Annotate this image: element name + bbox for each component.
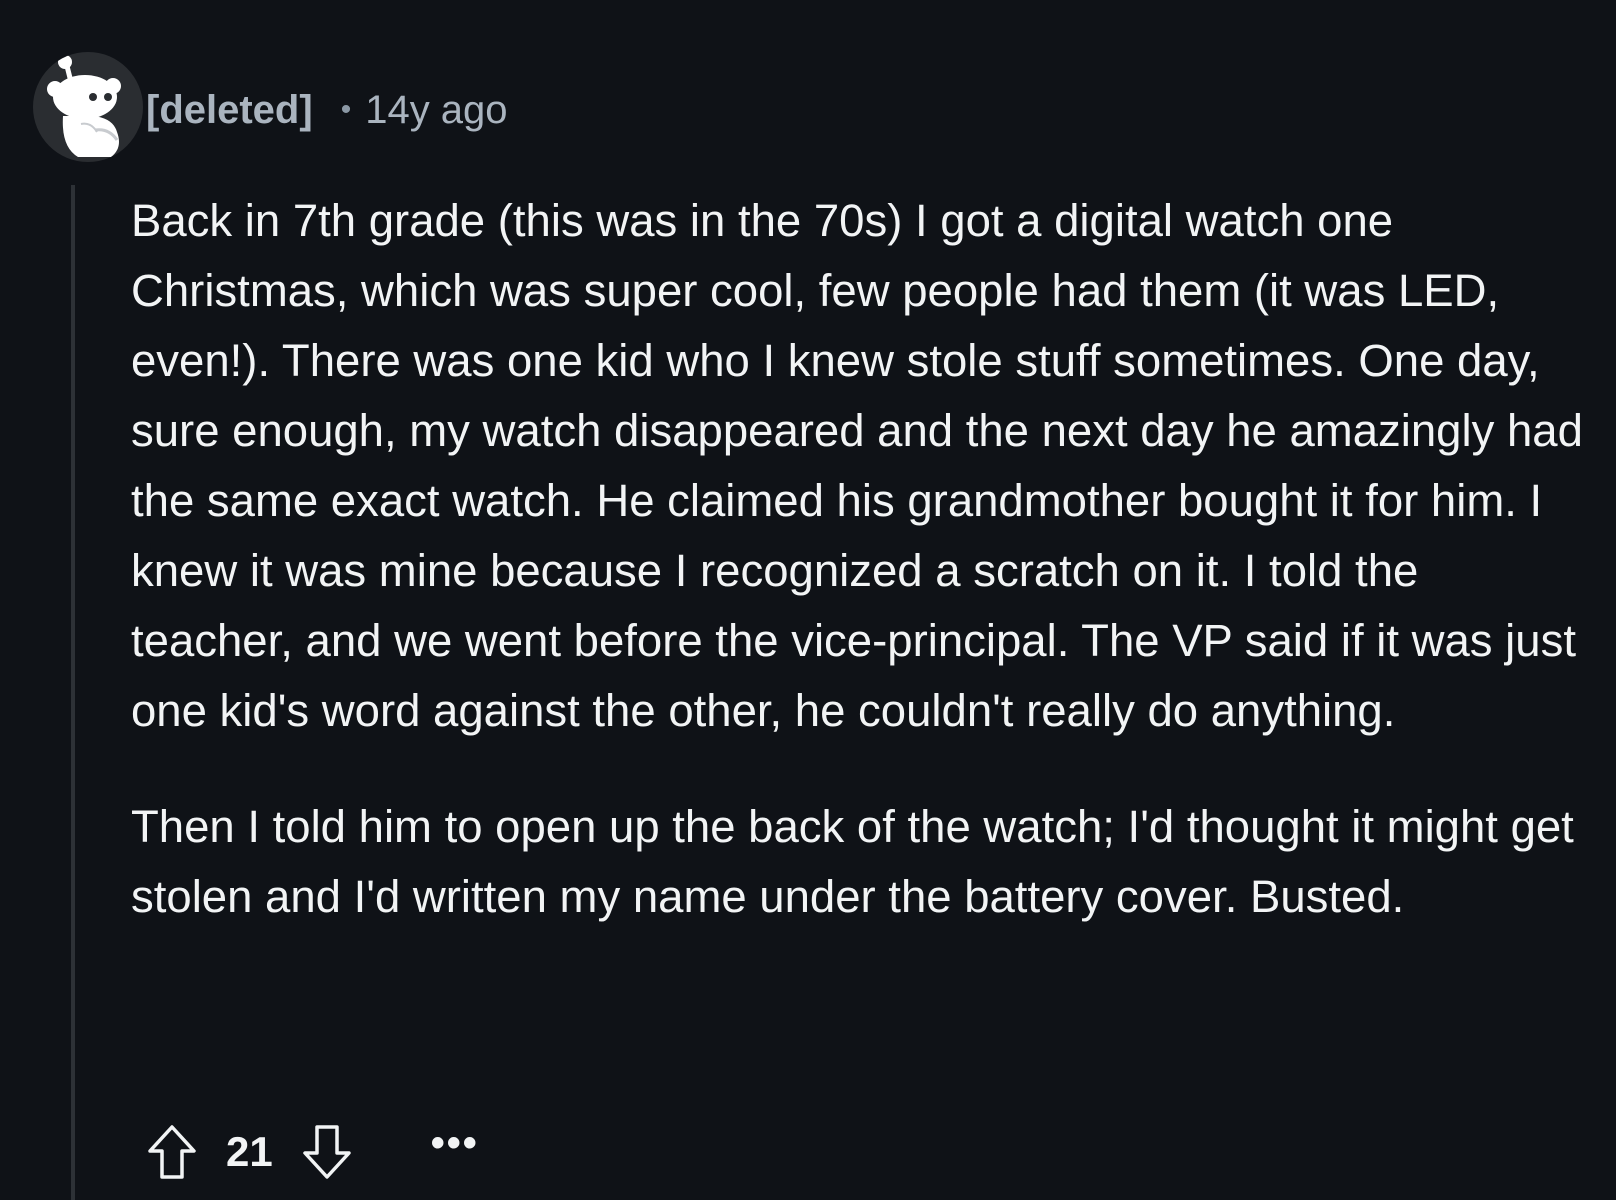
downvote-button[interactable] (299, 1120, 355, 1184)
comment-paragraph: Then I told him to open up the back of t… (131, 801, 1574, 922)
arrow-down-icon (302, 1125, 351, 1179)
meta-separator: • (340, 93, 352, 126)
author-name[interactable]: [deleted] (146, 90, 313, 130)
thread-collapse-line[interactable] (71, 185, 75, 1200)
comment: [deleted] • 14y ago Back in 7th grade (t… (0, 0, 1616, 1200)
more-options-button[interactable]: ••• (431, 1123, 479, 1181)
comment-action-bar: 21 ••• (144, 1120, 479, 1184)
comment-meta: [deleted] • 14y ago (146, 80, 508, 140)
comment-body: Back in 7th grade (this was in the 70s) … (131, 186, 1591, 932)
arrow-up-icon (148, 1125, 196, 1179)
comment-timestamp: 14y ago (365, 88, 508, 132)
vote-score: 21 (226, 1128, 273, 1175)
comment-paragraph: Back in 7th grade (this was in the 70s) … (131, 195, 1583, 736)
upvote-button[interactable] (144, 1120, 200, 1184)
snoo-avatar-icon[interactable] (33, 52, 143, 162)
snoo-avatar-graphic (47, 55, 121, 157)
